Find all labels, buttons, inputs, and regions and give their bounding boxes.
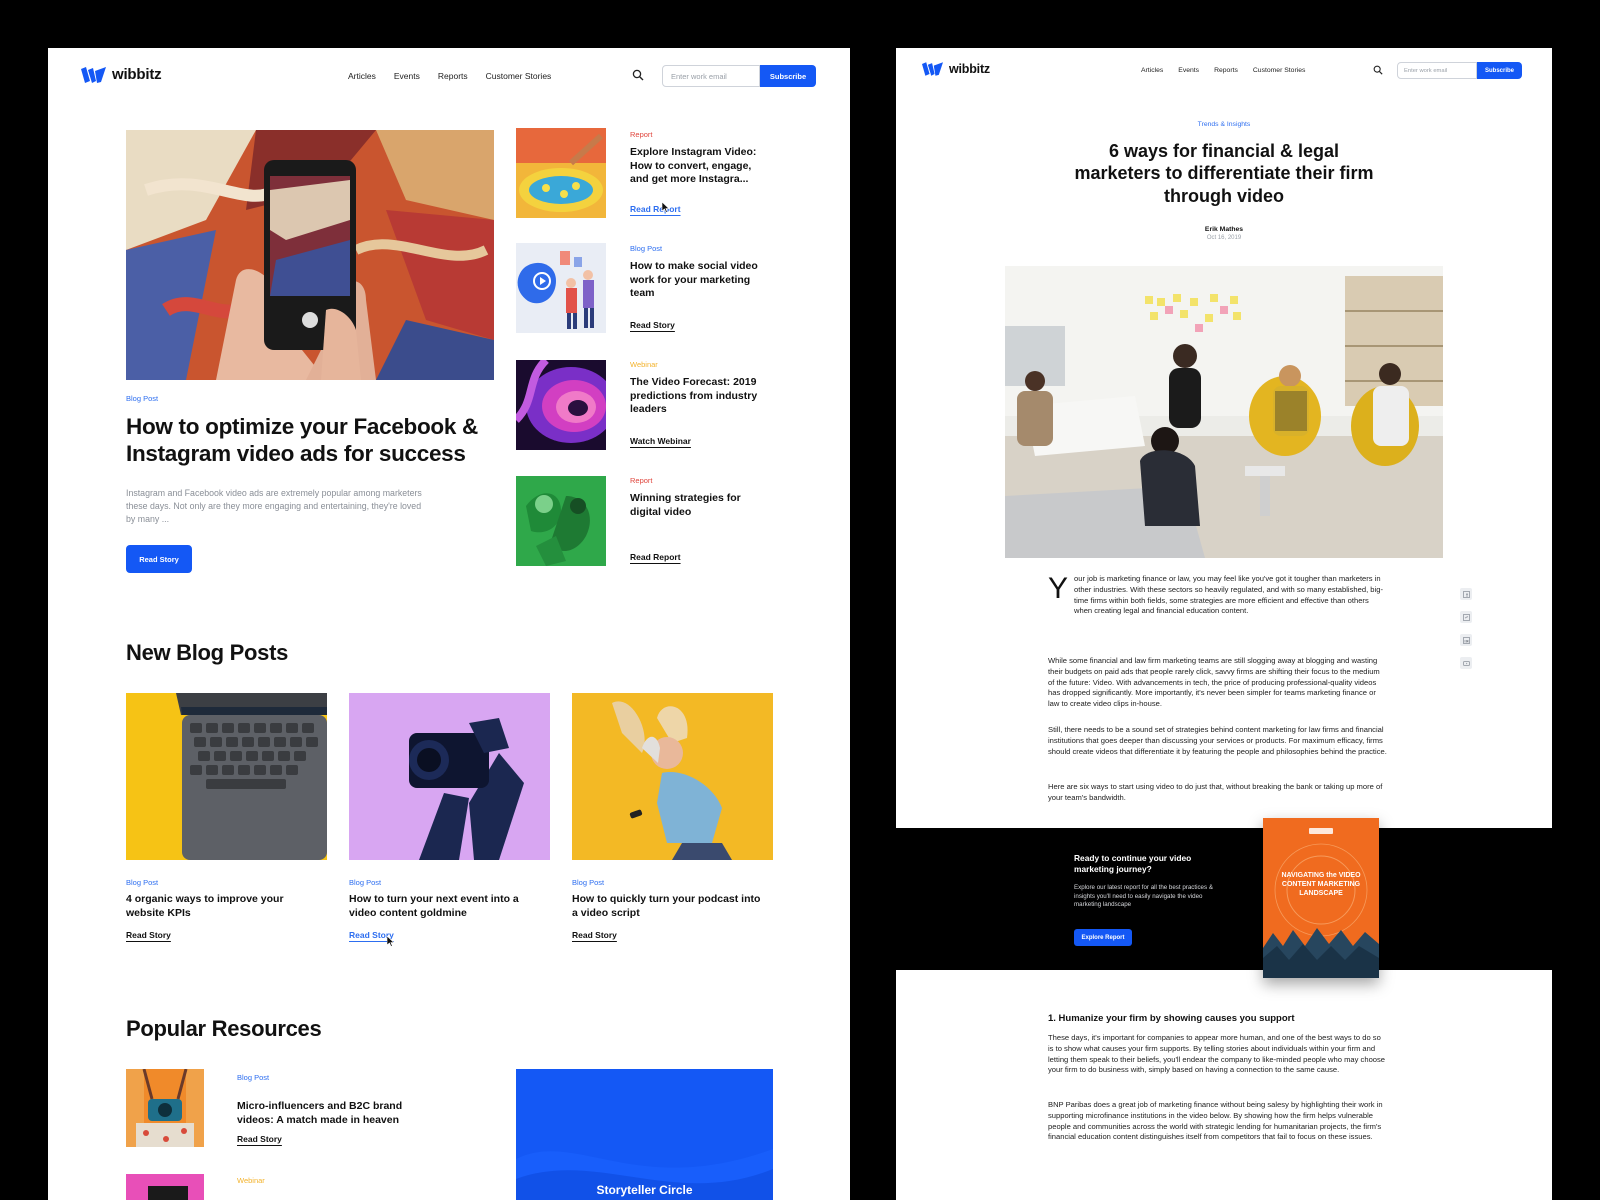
nav-link-reports[interactable]: Reports <box>1214 67 1238 74</box>
side-item-title[interactable]: How to make social video work for your m… <box>630 260 770 301</box>
facebook-icon[interactable] <box>1460 588 1472 600</box>
article-paragraph: Still, there needs to be a sound set of … <box>1048 725 1387 756</box>
article-intro-text: our job is marketing finance or law, you… <box>1074 574 1383 616</box>
resource-tag: Blog Post <box>237 1073 270 1082</box>
popular-resources-heading: Popular Resources <box>126 1016 322 1041</box>
side-item-link[interactable]: Read Report <box>630 552 681 562</box>
resource-title[interactable]: Micro-influencers and B2C brand videos: … <box>237 1100 417 1127</box>
brand-logo[interactable]: wibbitz <box>81 66 162 83</box>
nav-link-customer-stories[interactable]: Customer Stories <box>486 71 552 81</box>
report-book-cover[interactable]: NAVIGATING the VIDEO CONTENT MARKETING L… <box>1263 818 1379 978</box>
side-item-image[interactable] <box>516 360 606 450</box>
side-item-title[interactable]: The Video Forecast: 2019 predictions fro… <box>630 376 770 417</box>
promo-wave-icon <box>516 1149 773 1200</box>
blog-card-title[interactable]: How to quickly turn your podcast into a … <box>572 893 762 920</box>
nav-link-articles[interactable]: Articles <box>1141 67 1163 74</box>
resource-image[interactable] <box>126 1069 204 1147</box>
cta-title: Ready to continue your video marketing j… <box>1074 853 1192 874</box>
explore-report-button[interactable]: Explore Report <box>1074 929 1132 946</box>
resource-link[interactable]: Read Story <box>237 1134 282 1144</box>
side-item-image[interactable] <box>516 243 606 333</box>
nav-link-customer-stories[interactable]: Customer Stories <box>1253 67 1306 74</box>
blog-card-image[interactable] <box>572 693 773 860</box>
twitter-icon[interactable] <box>1460 611 1472 623</box>
article-page-panel: wibbitz Articles Events Reports Customer… <box>896 48 1552 1200</box>
side-item-link[interactable]: Read Report <box>630 204 681 214</box>
blog-card-link[interactable]: Read Story <box>572 930 617 940</box>
blog-card-image[interactable] <box>349 693 550 860</box>
nav-link-reports[interactable]: Reports <box>438 71 468 81</box>
wibbitz-logo-icon <box>81 66 106 83</box>
side-item-tag: Report <box>630 130 653 139</box>
featured-title[interactable]: How to optimize your Facebook & Instagra… <box>126 413 496 468</box>
brand-logo[interactable]: wibbitz <box>922 62 990 76</box>
blog-card-tag: Blog Post <box>126 878 159 887</box>
side-item-title[interactable]: Winning strategies for digital video <box>630 492 770 519</box>
article-paragraph: Here are six ways to start using video t… <box>1048 782 1383 802</box>
top-nav: wibbitz Articles Events Reports Customer… <box>896 48 1552 104</box>
blog-card-link[interactable]: Read Story <box>126 930 171 940</box>
nav-links: Articles Events Reports Customer Stories <box>348 71 551 81</box>
side-item-link[interactable]: Read Story <box>630 320 675 330</box>
blog-card-image[interactable] <box>126 693 327 860</box>
search-icon[interactable] <box>1373 65 1383 75</box>
blog-card-title[interactable]: 4 organic ways to improve your website K… <box>126 893 316 920</box>
linkedin-icon[interactable] <box>1460 634 1472 646</box>
featured-tag: Blog Post <box>126 394 159 403</box>
email-field[interactable]: Enter work email <box>662 65 760 87</box>
top-nav: wibbitz Articles Events Reports Customer… <box>48 48 850 104</box>
article-category[interactable]: Trends & Insights <box>896 121 1552 128</box>
resource-tag: Webinar <box>237 1176 265 1185</box>
blog-card-tag: Blog Post <box>572 878 605 887</box>
featured-read-story-button[interactable]: Read Story <box>126 545 192 573</box>
mouse-cursor-icon <box>387 936 395 947</box>
storyteller-promo[interactable]: Storyteller Circle <box>516 1069 773 1200</box>
section-heading: 1. Humanize your firm by showing causes … <box>1048 1013 1295 1024</box>
article-paragraph: BNP Paribas does a great job of marketin… <box>1048 1100 1383 1142</box>
nav-link-events[interactable]: Events <box>1178 67 1199 74</box>
report-book-title: NAVIGATING the VIDEO CONTENT MARKETING L… <box>1281 872 1361 897</box>
cta-banner <box>896 828 1552 970</box>
article-date: Oct 16, 2019 <box>1206 235 1242 241</box>
nav-links: Articles Events Reports Customer Stories <box>1141 67 1305 74</box>
subscribe-button[interactable]: Subscribe <box>1477 62 1522 79</box>
article-paragraph: While some financial and law firm market… <box>1048 656 1380 709</box>
side-item-image[interactable] <box>516 476 606 566</box>
blog-card-title[interactable]: How to turn your next event into a video… <box>349 893 539 920</box>
promo-title: Storyteller Circle <box>596 1183 693 1197</box>
search-icon[interactable] <box>632 69 644 81</box>
resource-image[interactable] <box>126 1174 204 1200</box>
side-item-tag: Report <box>630 476 653 485</box>
featured-image[interactable] <box>126 130 494 380</box>
wibbitz-logo-icon <box>922 62 943 76</box>
featured-description: Instagram and Facebook video ads are ext… <box>126 488 422 525</box>
side-item-tag: Webinar <box>630 360 658 369</box>
email-field[interactable]: Enter work email <box>1397 62 1477 79</box>
brand-name: wibbitz <box>112 66 162 83</box>
article-title: 6 ways for financial & legal marketers t… <box>1074 141 1374 206</box>
youtube-icon[interactable] <box>1460 657 1472 669</box>
brand-name: wibbitz <box>949 62 990 76</box>
home-page-panel: wibbitz Articles Events Reports Customer… <box>48 48 850 1200</box>
side-item-image[interactable] <box>516 128 606 218</box>
cta-description: Explore our latest report for all the be… <box>1074 884 1213 909</box>
subscribe-button[interactable]: Subscribe <box>760 65 816 87</box>
side-item-title[interactable]: Explore Instagram Video: How to convert,… <box>630 146 770 187</box>
blog-card-tag: Blog Post <box>349 878 382 887</box>
article-author[interactable]: Erik Mathes <box>896 226 1552 233</box>
article-intro: our job is marketing finance or law, you… <box>1048 574 1388 617</box>
nav-link-events[interactable]: Events <box>394 71 420 81</box>
article-paragraph: These days, it's important for companies… <box>1048 1033 1386 1075</box>
side-item-tag: Blog Post <box>630 244 663 253</box>
mouse-cursor-icon <box>662 202 670 213</box>
nav-link-articles[interactable]: Articles <box>348 71 376 81</box>
side-item-link[interactable]: Watch Webinar <box>630 436 691 446</box>
article-hero-image <box>1005 266 1443 558</box>
new-blog-posts-heading: New Blog Posts <box>126 640 289 665</box>
